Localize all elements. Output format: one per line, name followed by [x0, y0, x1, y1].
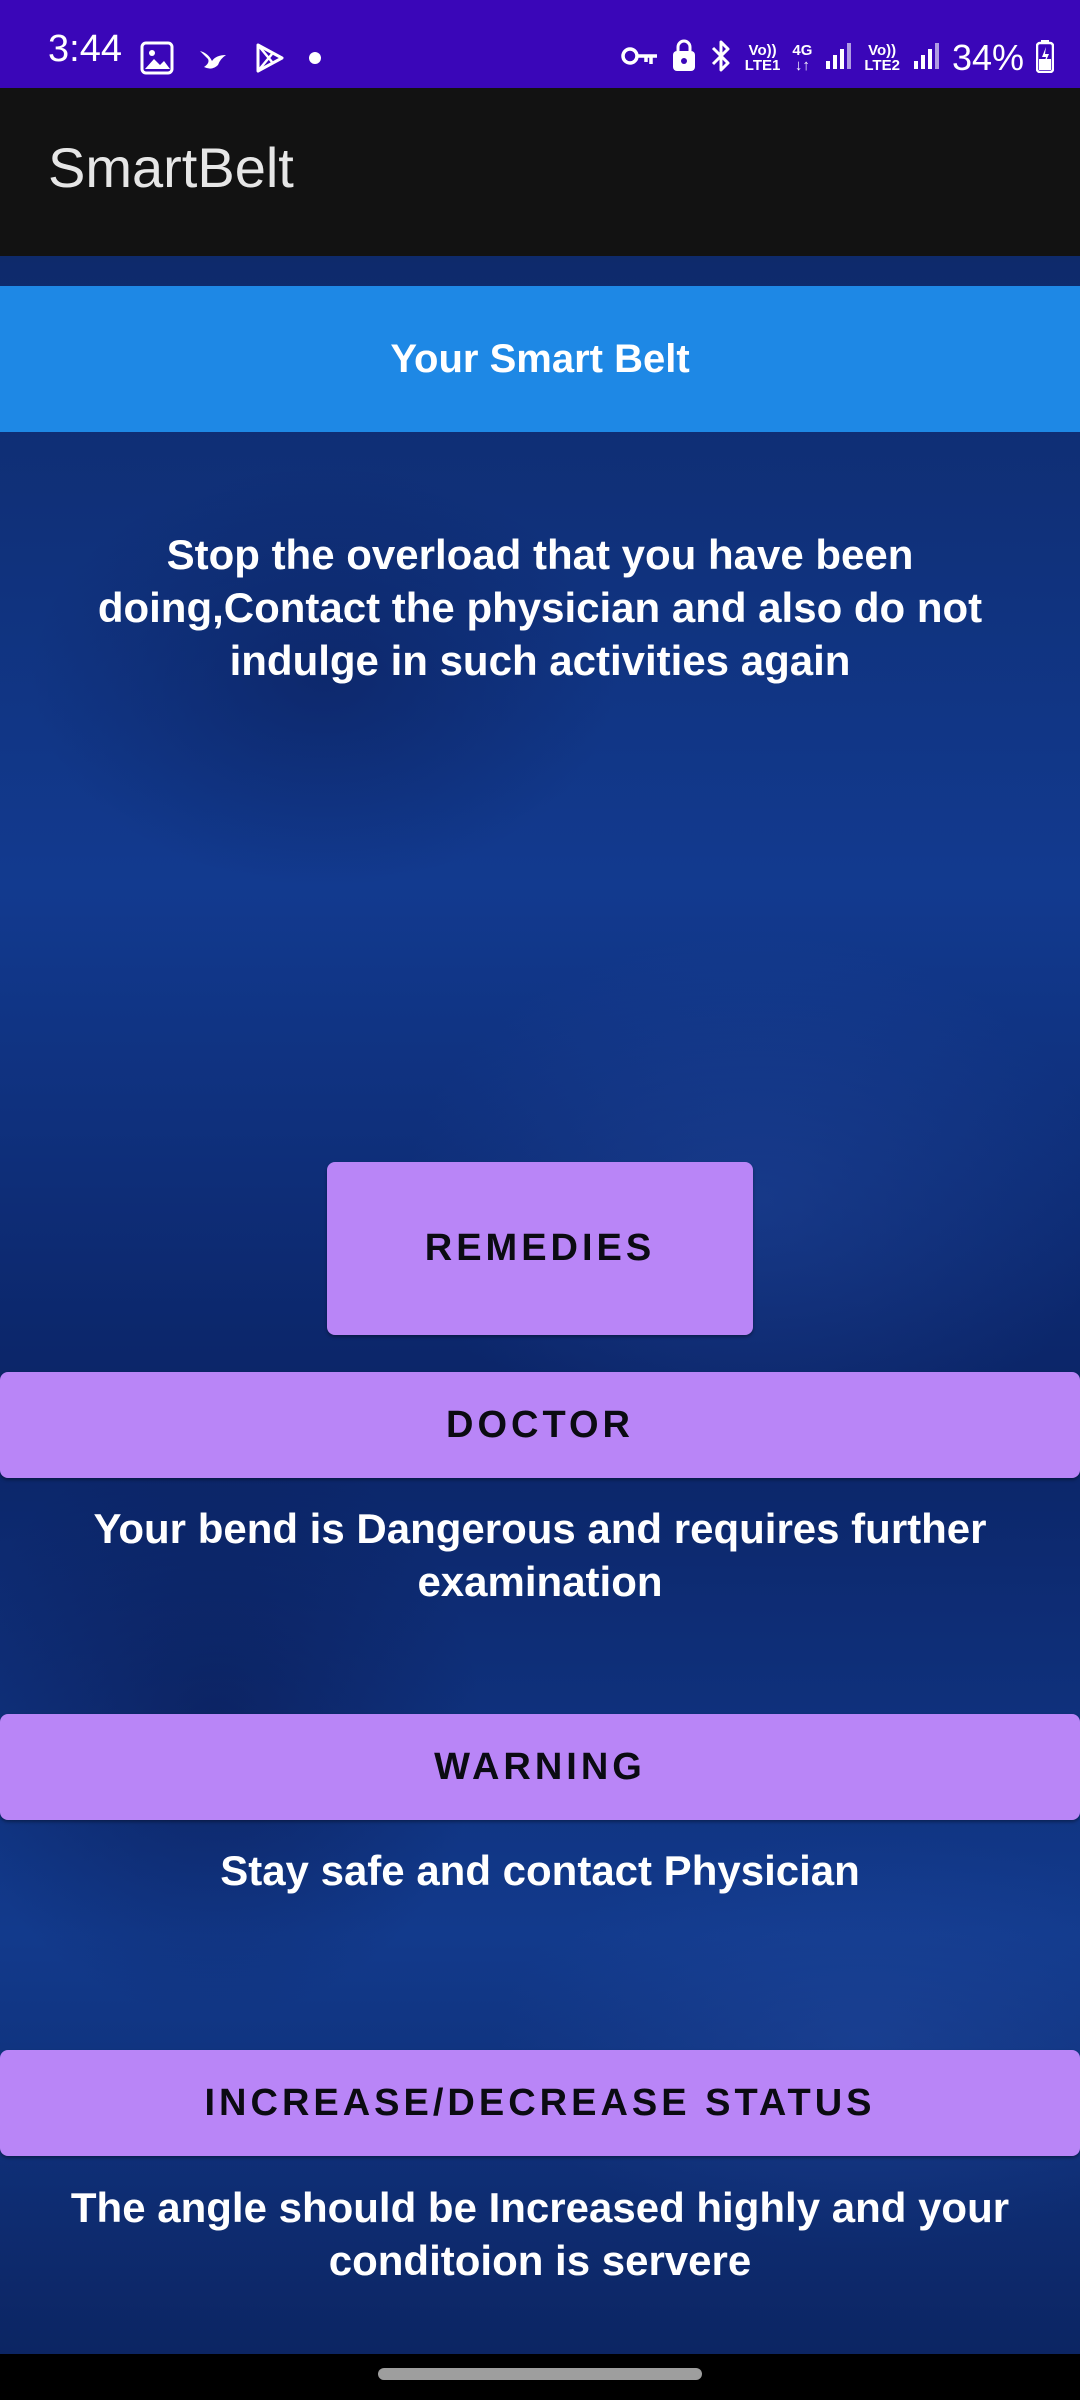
key-icon [621, 44, 659, 73]
play-store-icon [252, 41, 286, 80]
notification-icons [140, 40, 322, 80]
app-title: SmartBelt [48, 136, 294, 199]
sim1-volte-label: Vo)) LTE1 [744, 42, 781, 74]
network-type-label: 4G ↓↑ [792, 42, 813, 74]
status-time: 3:44 [48, 28, 122, 70]
signal-icon-1 [824, 41, 852, 76]
main-content[interactable]: Your Smart Belt Stop the overload that y… [0, 256, 1080, 2354]
image-icon [140, 41, 174, 80]
navigation-bar [0, 2354, 1080, 2400]
overload-message: Stop the overload that you have been doi… [97, 531, 983, 684]
warning-message: Stay safe and contact Physician [220, 1847, 860, 1894]
status-message: The angle should be Increased highly and… [70, 2184, 1010, 2284]
header-title: Your Smart Belt [390, 336, 690, 381]
bird-icon [196, 41, 230, 80]
gesture-handle[interactable] [378, 2368, 702, 2380]
increase-decrease-status-button[interactable]: INCREASE/DECREASE STATUS [0, 2050, 1080, 2156]
header-banner: Your Smart Belt [0, 286, 1080, 432]
system-icons: Vo)) LTE1 4G ↓↑ Vo)) LTE2 34% [621, 36, 1055, 80]
battery-icon [1035, 39, 1055, 78]
status-bar: 3:44 Vo)) LTE1 4G ↓↑ Vo)) LTE2 34% [0, 0, 1080, 88]
doctor-button[interactable]: DOCTOR [0, 1372, 1080, 1478]
bluetooth-icon [709, 39, 733, 78]
remedies-button[interactable]: REMEDIES [327, 1162, 753, 1335]
battery-percent: 34% [951, 37, 1024, 78]
lock-icon [671, 39, 697, 78]
doctor-message: Your bend is Dangerous and requires furt… [93, 1505, 987, 1605]
sim2-volte-label: Vo)) LTE2 [864, 42, 900, 74]
dot-icon [308, 51, 322, 70]
signal-icon-2 [912, 41, 940, 76]
warning-button[interactable]: WARNING [0, 1714, 1080, 1820]
app-bar: SmartBelt [0, 88, 1080, 256]
